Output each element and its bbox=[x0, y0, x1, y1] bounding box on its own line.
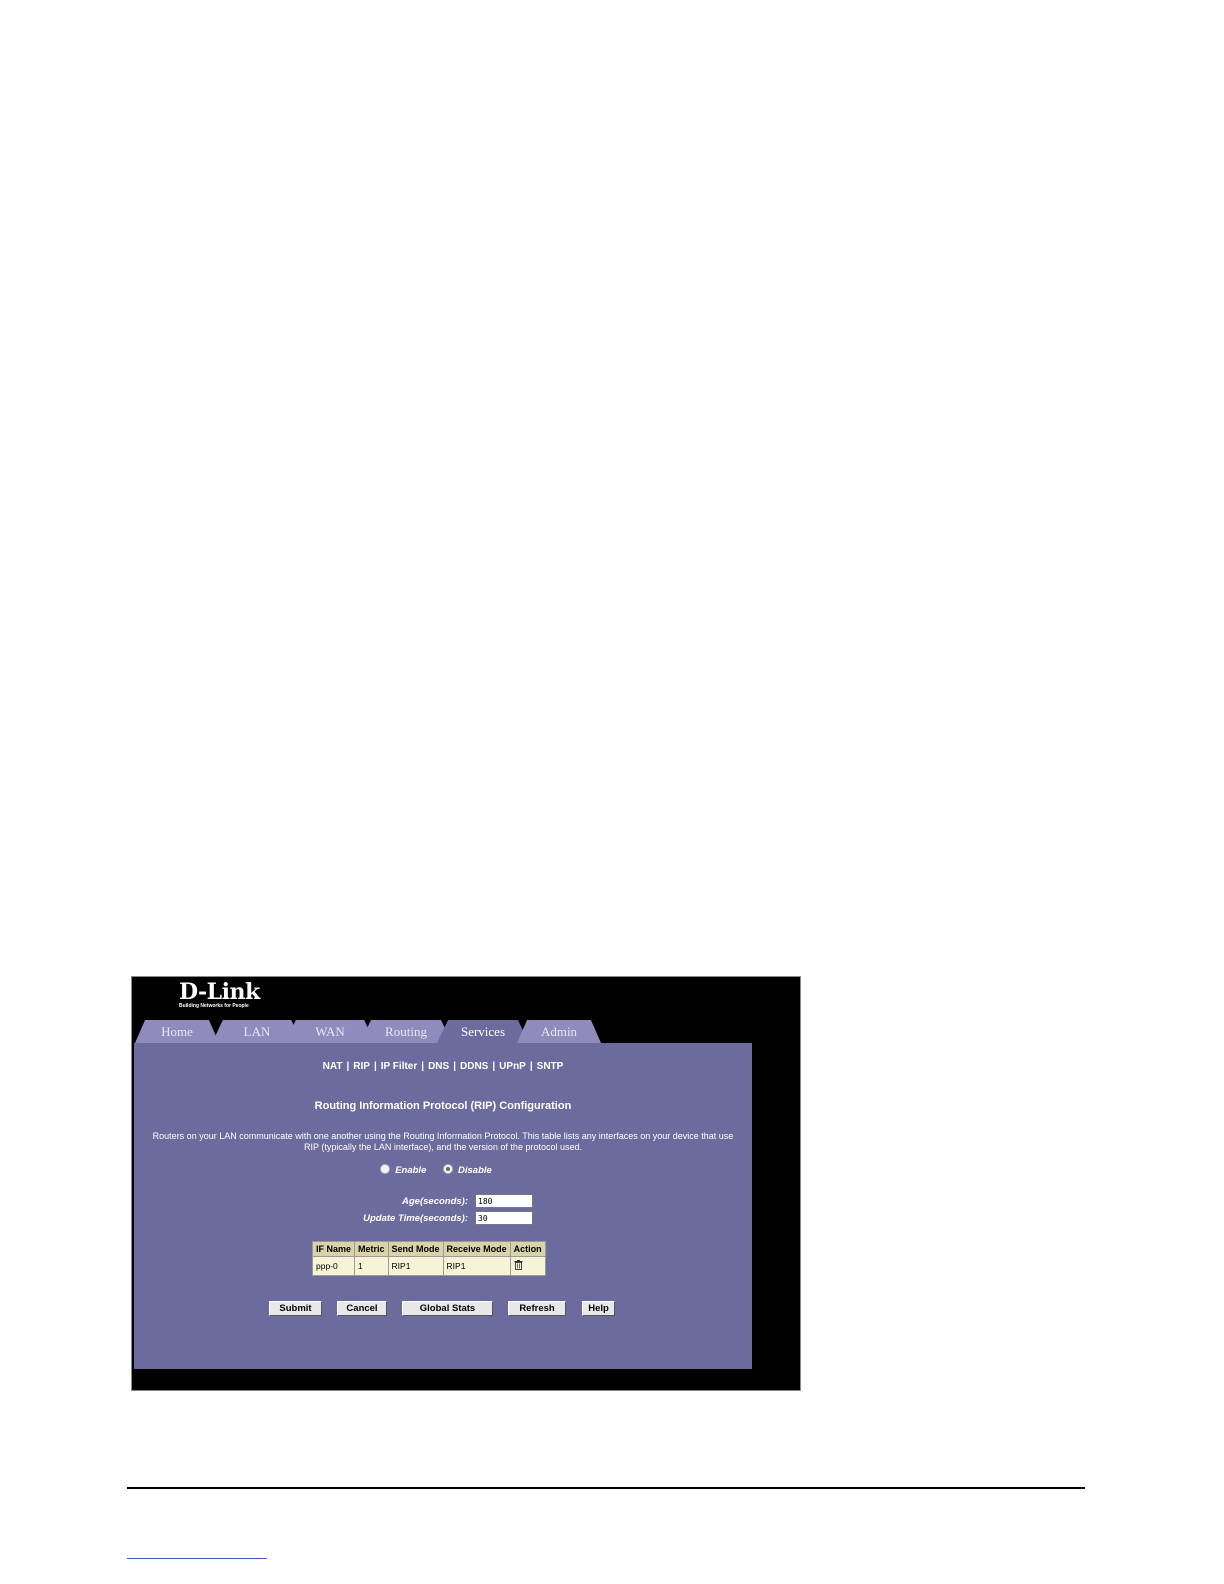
subnav-separator: | bbox=[453, 1061, 457, 1072]
subnav-rip[interactable]: RIP bbox=[353, 1061, 370, 1072]
page-description: Routers on your LAN communicate with one… bbox=[152, 1131, 734, 1152]
col-metric: Metric bbox=[354, 1241, 389, 1257]
update-time-input[interactable]: 30 bbox=[475, 1211, 533, 1225]
disable-label: Disable bbox=[458, 1165, 492, 1176]
help-button[interactable]: Help bbox=[582, 1301, 615, 1316]
rip-interface-table: IF Name Metric Send Mode Receive Mode Ac… bbox=[311, 1241, 546, 1276]
subnav-separator: | bbox=[346, 1061, 350, 1072]
trash-icon[interactable] bbox=[514, 1260, 523, 1270]
subnav-separator: | bbox=[373, 1061, 377, 1072]
dlink-logo: D-Link Building Networks for People bbox=[179, 981, 260, 1009]
tab-home[interactable]: Home bbox=[135, 1020, 219, 1043]
global-stats-button[interactable]: Global Stats bbox=[402, 1301, 493, 1316]
col-receive-mode: Receive Mode bbox=[442, 1241, 511, 1257]
cancel-button[interactable]: Cancel bbox=[337, 1301, 387, 1316]
subnav-separator: | bbox=[421, 1061, 425, 1072]
tab-routing[interactable]: Routing bbox=[360, 1020, 452, 1043]
rip-enable-group: Enable Disable bbox=[134, 1164, 752, 1176]
col-action: Action bbox=[509, 1241, 546, 1257]
update-time-label: Update Time(seconds): bbox=[363, 1213, 468, 1224]
refresh-button[interactable]: Refresh bbox=[508, 1301, 566, 1316]
table-row: ppp-0 1 RIP1 RIP1 bbox=[311, 1256, 546, 1276]
submit-button[interactable]: Submit bbox=[269, 1301, 322, 1316]
subnav-nat[interactable]: NAT bbox=[323, 1061, 343, 1072]
content-panel: NAT | RIP | IP Filter | DNS | DDNS | UPnP | SNTP Rou… bbox=[134, 1043, 752, 1369]
tab-services[interactable]: Services bbox=[437, 1020, 529, 1043]
cell-send-mode: RIP1 bbox=[387, 1256, 444, 1276]
cell-receive-mode: RIP1 bbox=[442, 1256, 511, 1276]
cell-action bbox=[509, 1256, 546, 1276]
col-send-mode: Send Mode bbox=[387, 1241, 444, 1257]
cell-if-name: ppp-0 bbox=[311, 1256, 356, 1276]
subnav-ddns[interactable]: DDNS bbox=[460, 1061, 488, 1072]
col-if-name: IF Name bbox=[311, 1241, 356, 1257]
footer-rule bbox=[127, 1487, 1085, 1489]
subnav-dns[interactable]: DNS bbox=[428, 1061, 449, 1072]
update-time-row: Update Time(seconds): 30 bbox=[134, 1211, 752, 1226]
enable-label: Enable bbox=[395, 1165, 427, 1176]
cell-metric: 1 bbox=[354, 1256, 389, 1276]
router-screenshot: D-Link Building Networks for People Home… bbox=[131, 976, 801, 1391]
age-row: Age(seconds): 180 bbox=[134, 1194, 752, 1209]
page-title: Routing Information Protocol (RIP) Confi… bbox=[314, 1100, 572, 1112]
tab-admin[interactable]: Admin bbox=[517, 1020, 601, 1043]
enable-radio[interactable] bbox=[380, 1164, 391, 1175]
subnav-upnp[interactable]: UPnP bbox=[499, 1061, 526, 1072]
disable-radio[interactable] bbox=[443, 1164, 453, 1175]
age-label: Age(seconds): bbox=[402, 1196, 468, 1207]
tab-wan[interactable]: WAN bbox=[285, 1020, 375, 1043]
subnav-ip-filter[interactable]: IP Filter bbox=[381, 1061, 418, 1072]
table-header-row: IF Name Metric Send Mode Receive Mode Ac… bbox=[311, 1241, 546, 1257]
subnav-separator: | bbox=[492, 1061, 496, 1072]
logo-tagline: Building Networks for People bbox=[179, 1003, 249, 1009]
footer-link-underline bbox=[127, 1558, 267, 1559]
age-input[interactable]: 180 bbox=[475, 1194, 533, 1208]
main-tabs: Home LAN WAN Routing Services Admin bbox=[132, 1020, 800, 1044]
services-subnav: NAT | RIP | IP Filter | DNS | DDNS | UPnP | SNTP bbox=[134, 1061, 752, 1072]
subnav-separator: | bbox=[529, 1061, 533, 1072]
subnav-sntp[interactable]: SNTP bbox=[537, 1061, 564, 1072]
logo-brand: D-Link bbox=[179, 979, 260, 1005]
